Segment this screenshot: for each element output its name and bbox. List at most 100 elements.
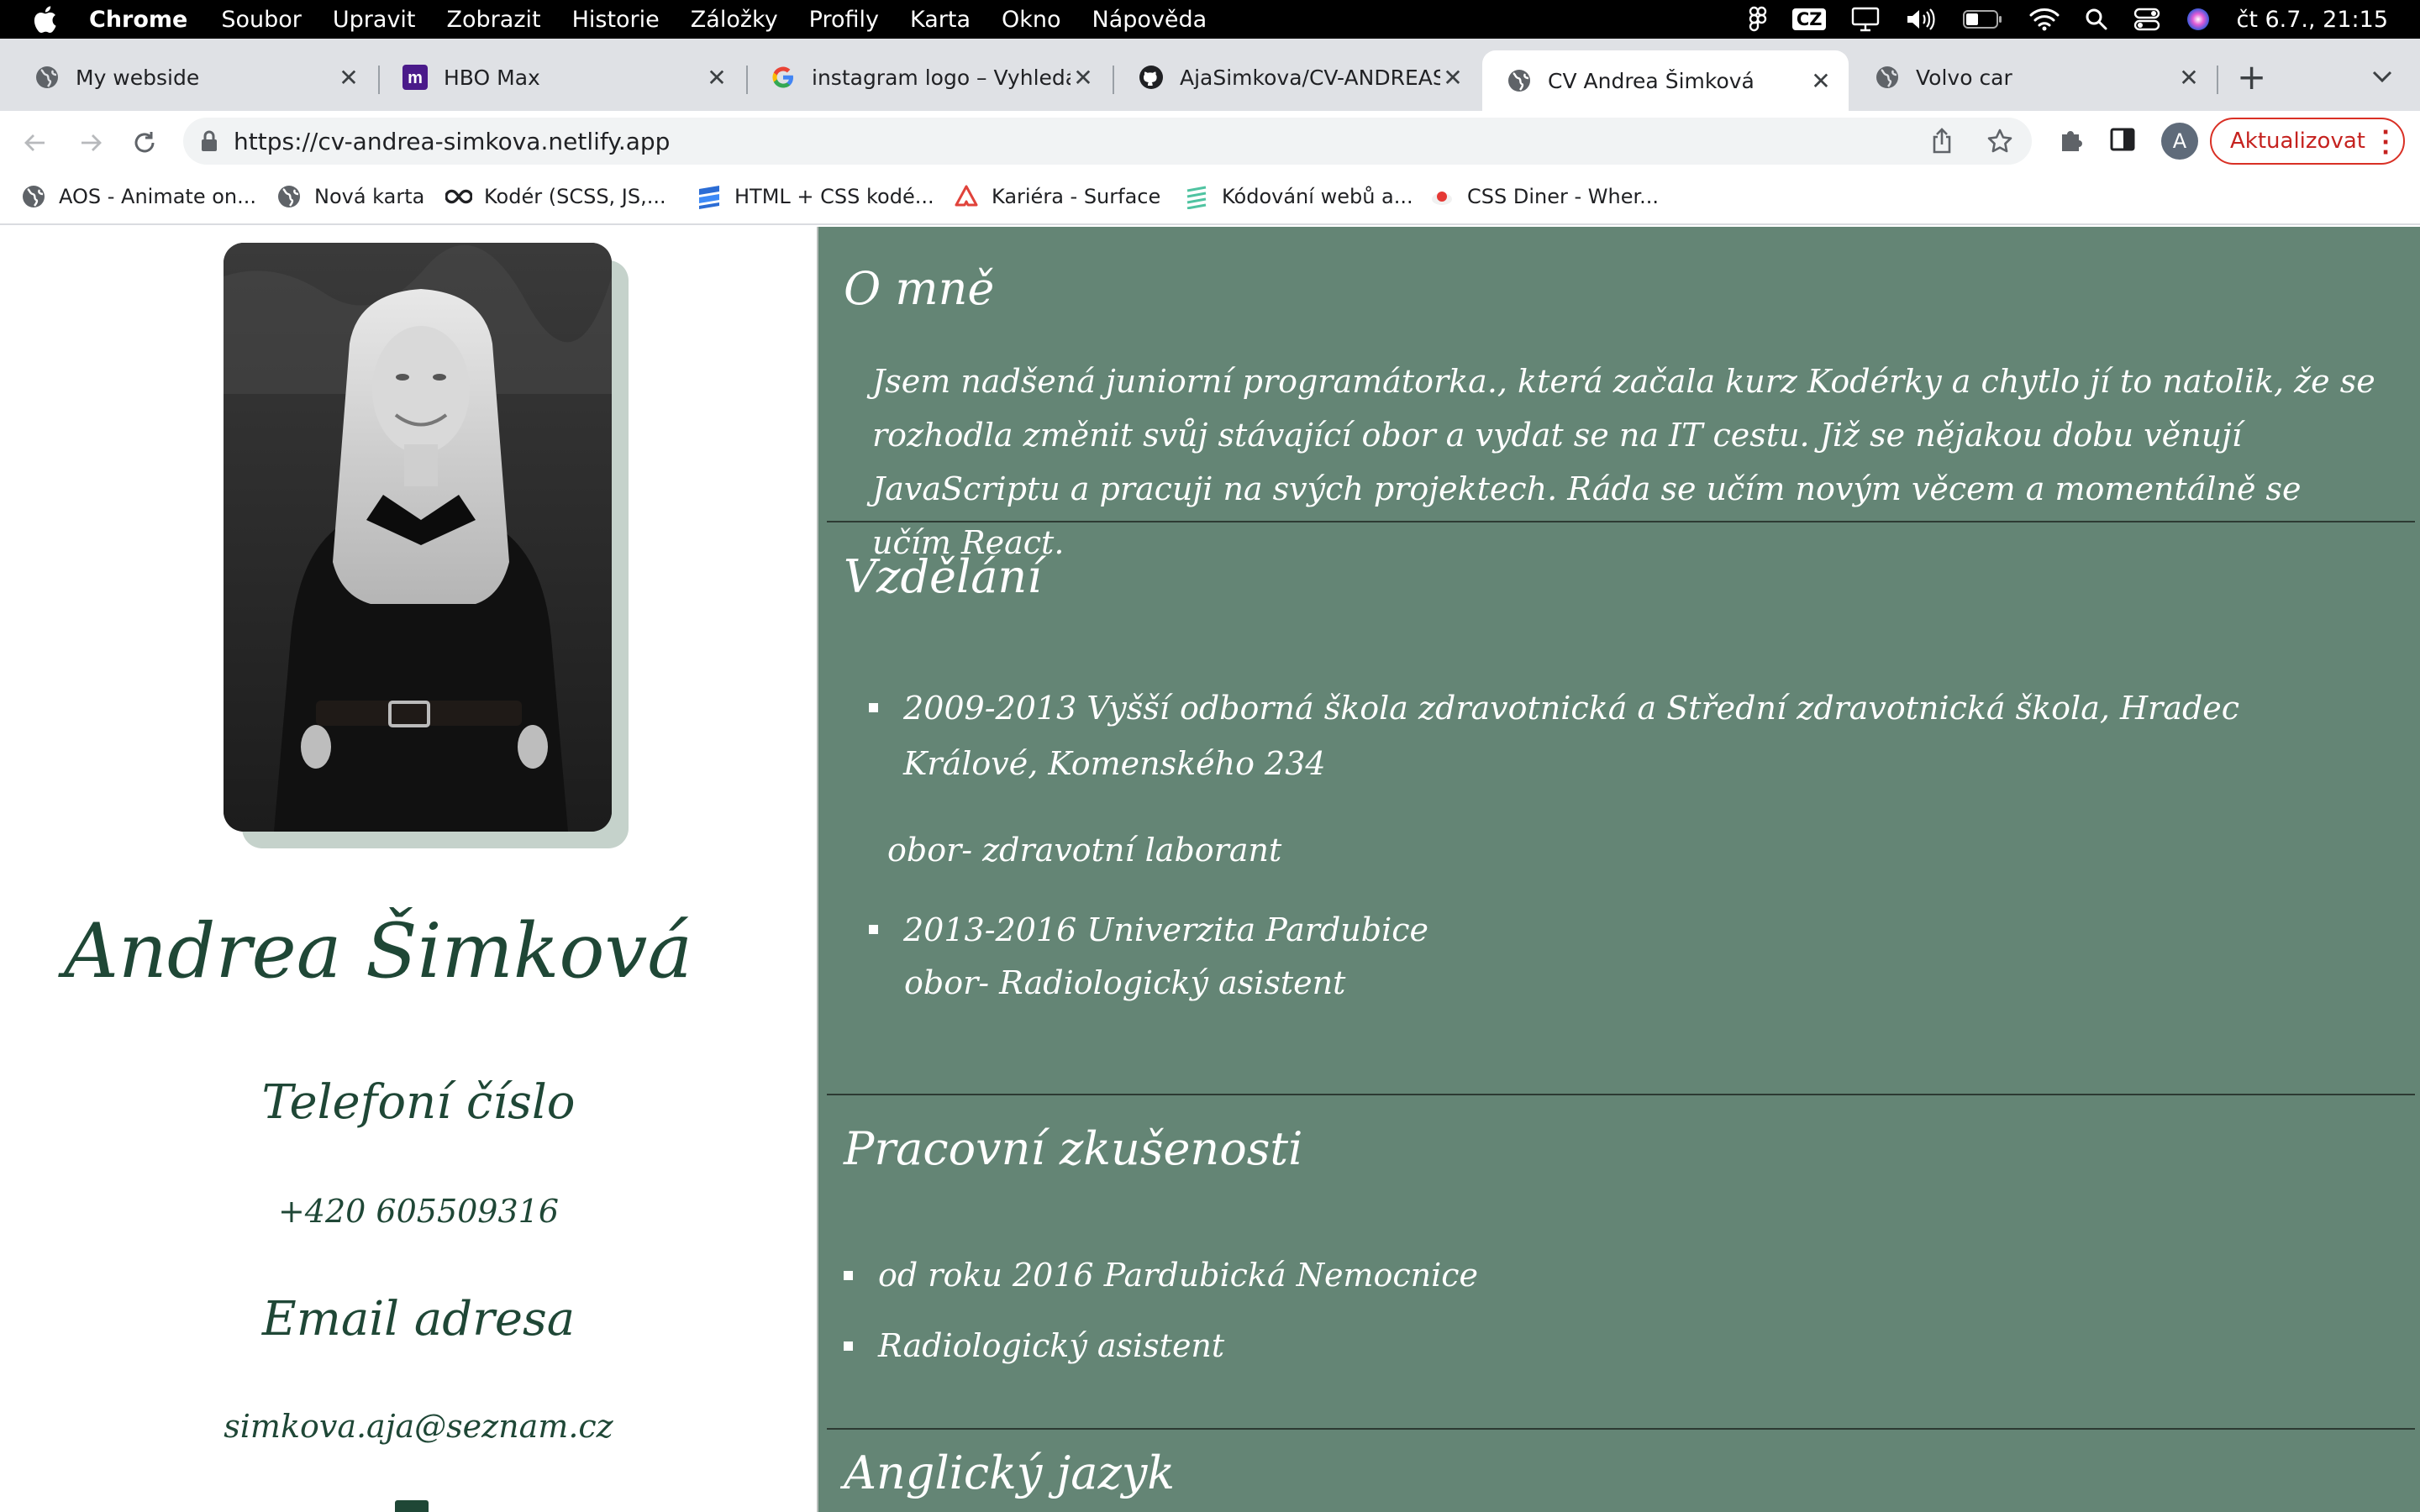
work-text: Radiologický asistent	[878, 1327, 1225, 1364]
menu-napoveda[interactable]: Nápověda	[1092, 7, 1207, 33]
square-bullet-icon	[844, 1270, 853, 1280]
bookmark-star-icon[interactable]	[1986, 128, 2013, 158]
omnibox-actions	[1929, 128, 2013, 158]
menu-upravit[interactable]: Upravit	[333, 7, 416, 33]
close-icon[interactable]: ✕	[336, 64, 361, 92]
side-panel-icon[interactable]	[2109, 126, 2136, 153]
surface-icon	[953, 183, 980, 210]
tab-separator	[2217, 66, 2218, 94]
bookmark-css-diner[interactable]: CSS Diner - Wher...	[1428, 183, 1659, 210]
tab-my-webside[interactable]: My webside ✕	[10, 50, 376, 104]
share-icon[interactable]	[1929, 128, 1954, 158]
square-bullet-icon	[869, 925, 878, 934]
bookmark-koder[interactable]: Kodér (SCSS, JS,...	[445, 183, 666, 210]
bookmark-kariera-surface[interactable]: Kariéra - Surface	[953, 183, 1160, 210]
education-item: 2009-2013 Vyšší odborná škola zdravotnic…	[869, 680, 2348, 791]
bookmark-label: Kódování webů a...	[1222, 185, 1413, 208]
profile-avatar[interactable]: A	[2161, 123, 2198, 160]
close-icon[interactable]: ✕	[2176, 64, 2202, 92]
hbo-max-icon: m	[402, 64, 429, 91]
phone-label: Telefoní číslo	[261, 1075, 576, 1130]
tab-volvo-car[interactable]: Volvo car ✕	[1850, 50, 2217, 104]
globe-icon	[34, 64, 60, 91]
cv-sidebar: Andrea Šimková Telefoní číslo +420 60550…	[0, 227, 817, 1512]
close-icon[interactable]: ✕	[1071, 64, 1096, 92]
menubar-clock[interactable]: čt 6.7., 21:15	[2236, 7, 2388, 33]
section-divider	[827, 1428, 2415, 1430]
bookmark-html-css[interactable]: HTML + CSS kodé...	[696, 183, 934, 210]
plate-icon	[1428, 183, 1455, 210]
menu-karta[interactable]: Karta	[910, 7, 971, 33]
figma-icon[interactable]	[1749, 6, 1767, 33]
display-icon[interactable]	[1851, 7, 1880, 32]
globe-icon	[20, 183, 47, 210]
bookmark-kodovani-webu[interactable]: Kódování webů a...	[1183, 183, 1413, 210]
update-button-label: Aktualizovat	[2230, 129, 2365, 154]
url-text[interactable]: https://cv-andrea-simkova.netlify.app	[234, 128, 670, 155]
infinity-icon	[445, 183, 472, 210]
tab-label: Volvo car	[1916, 65, 2012, 90]
forward-arrow-icon[interactable]	[74, 126, 108, 160]
browser-toolbar: https://cv-andrea-simkova.netlify.app A …	[0, 111, 2420, 171]
tab-hbo-max[interactable]: m HBO Max ✕	[378, 50, 744, 104]
more-vert-icon[interactable]: · · ·	[2381, 122, 2390, 164]
tab-label: instagram logo – Vyhledávání Google	[812, 65, 1071, 90]
wifi-icon[interactable]	[2029, 8, 2060, 31]
input-source-badge[interactable]: CZ	[1791, 8, 1827, 30]
layers-icon	[696, 183, 723, 210]
tab-google-search[interactable]: instagram logo – Vyhledávání Google ✕	[746, 50, 1111, 104]
extensions-puzzle-icon[interactable]	[2057, 126, 2086, 155]
education-heading: Vzdělání	[844, 550, 1042, 603]
bookmark-aos[interactable]: AOS - Animate on...	[20, 183, 256, 210]
work-text: od roku 2016 Pardubická Nemocnice	[878, 1257, 1479, 1294]
menu-okno[interactable]: Okno	[1002, 7, 1061, 33]
menu-soubor[interactable]: Soubor	[221, 7, 302, 33]
bookmark-label: Nová karta	[314, 185, 425, 208]
globe-icon	[1874, 64, 1901, 91]
close-icon[interactable]: ✕	[1808, 67, 1833, 95]
lock-icon[interactable]	[200, 129, 218, 153]
tab-label: My webside	[76, 65, 200, 90]
spotlight-search-icon[interactable]	[2085, 8, 2108, 31]
cv-main: O mně Jsem nadšená juniorní programátork…	[817, 227, 2420, 1512]
web-page: Andrea Šimková Telefoní číslo +420 60550…	[0, 227, 2420, 1512]
new-tab-plus-icon[interactable]: +	[2237, 60, 2266, 95]
tab-label: AjaSimkova/CV-ANDREASIMKOVA	[1180, 65, 1440, 90]
siri-icon[interactable]	[2186, 7, 2211, 32]
bookmark-label: Kodér (SCSS, JS,...	[484, 185, 666, 208]
control-center-icon[interactable]	[2133, 8, 2160, 31]
square-bullet-icon	[869, 703, 878, 712]
update-button[interactable]: Aktualizovat · · ·	[2210, 118, 2405, 165]
status-area: CZ čt 6.7., 21:15	[1749, 0, 2388, 39]
email-value[interactable]: simkova.aja@seznam.cz	[0, 1408, 837, 1445]
address-bar[interactable]: https://cv-andrea-simkova.netlify.app	[183, 118, 2032, 165]
about-heading: O mně	[844, 262, 995, 315]
menu-historie[interactable]: Historie	[572, 7, 660, 33]
apple-icon[interactable]	[32, 5, 62, 34]
reload-icon[interactable]	[128, 126, 161, 160]
tab-cv-andrea-simkova[interactable]: CV Andrea Šimková ✕	[1482, 50, 1849, 111]
square-bullet-icon	[844, 1341, 853, 1351]
work-item: Radiologický asistent	[844, 1327, 1224, 1364]
chevron-down-icon[interactable]	[2371, 64, 2393, 89]
close-icon[interactable]: ✕	[1440, 64, 1465, 92]
menu-zalozky[interactable]: Záložky	[691, 7, 778, 33]
close-icon[interactable]: ✕	[704, 64, 729, 92]
tab-github[interactable]: AjaSimkova/CV-ANDREASIMKOVA ✕	[1114, 50, 1481, 104]
phone-value[interactable]: +420 605509316	[0, 1193, 837, 1230]
bookmark-nova-karta[interactable]: Nová karta	[276, 183, 424, 210]
tab-label: CV Andrea Šimková	[1548, 68, 1754, 93]
back-arrow-icon[interactable]	[18, 126, 52, 160]
education-text: 2009-2013 Vyšší odborná škola zdravotnic…	[903, 690, 2240, 782]
menu-zobrazit[interactable]: Zobrazit	[447, 7, 541, 33]
menu-profily[interactable]: Profily	[809, 7, 879, 33]
profile-photo	[224, 243, 612, 832]
bookmarks-bar: AOS - Animate on... Nová karta Kodér (SC…	[0, 171, 2420, 225]
globe-icon	[1506, 67, 1533, 94]
work-heading: Pracovní zkušenosti	[844, 1122, 1303, 1175]
volume-icon[interactable]	[1905, 7, 1937, 32]
menu-app-name[interactable]: Chrome	[89, 7, 187, 33]
battery-icon[interactable]	[1962, 8, 2004, 30]
globe-icon	[276, 183, 302, 210]
google-icon	[770, 64, 797, 91]
